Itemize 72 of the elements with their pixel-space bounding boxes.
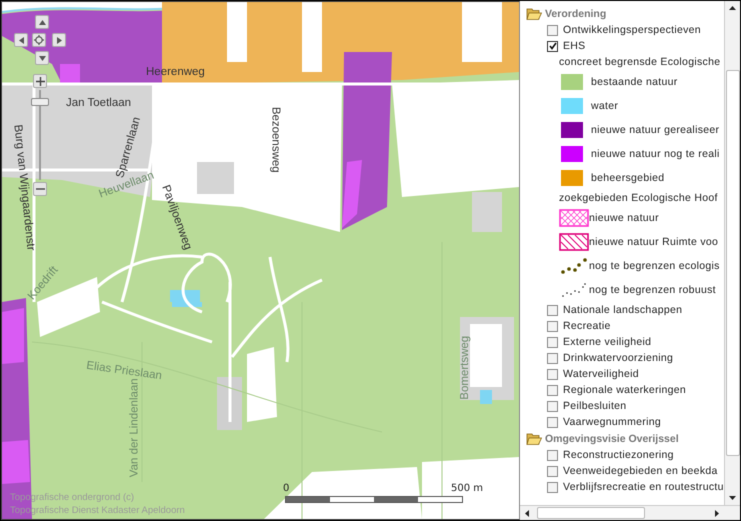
street-label: Burg van Wijngaardenstr [10, 124, 36, 252]
layer-checkbox[interactable] [547, 466, 558, 476]
scroll-right-icon[interactable] [715, 510, 719, 516]
layer-label: Regionale waterkeringen [563, 384, 686, 396]
section-title: Omgevingsvisie Overijssel [545, 432, 679, 444]
layer-label: Nationale landschappen [563, 304, 682, 316]
layer-label: Recreatie [563, 320, 611, 332]
layer-checkbox[interactable] [547, 384, 558, 396]
layer-checkbox[interactable] [547, 368, 558, 380]
layer-label: Waterveiligheid [563, 368, 639, 380]
triangle-down-icon [38, 56, 46, 60]
plus-icon [36, 76, 44, 86]
layer-checkbox[interactable] [547, 304, 558, 316]
zoom-out-button[interactable] [33, 182, 47, 196]
layer-checkbox[interactable] [547, 416, 558, 428]
layer-label: Veenweidegebieden en beekda [563, 465, 718, 477]
scroll-down-icon[interactable] [729, 496, 736, 500]
crosshair-icon [34, 35, 44, 45]
scale-label: 500 m [451, 483, 484, 494]
recenter-button[interactable] [32, 33, 46, 47]
legend-label: water [591, 100, 618, 112]
legend-heading: zoekgebieden Ecologische Hoof [559, 192, 718, 204]
layer-checkbox[interactable] [547, 450, 558, 460]
scrollbar-thumb[interactable] [537, 507, 645, 519]
legend-label: nog te begrenzen robuust [589, 284, 716, 296]
legend-label: nieuwe natuur Ruimte voo [589, 236, 718, 248]
legend-label: nieuwe natuur gerealiseer [591, 124, 720, 136]
legend-label: nog te begrenzen ecologis [589, 260, 720, 272]
pan-left-button[interactable] [14, 33, 28, 47]
scale-label: 0 [283, 483, 290, 494]
layer-label: EHS [563, 40, 586, 52]
triangle-up-icon [38, 20, 46, 24]
scroll-left-icon[interactable] [525, 510, 529, 516]
legend-label: nieuwe natuur nog te reali [591, 148, 720, 160]
checkmark-icon [548, 42, 556, 50]
layer-label: Ontwikkelingsperspectieven [563, 24, 701, 36]
scroll-up-icon[interactable] [729, 6, 736, 10]
layer-label: Drinkwatervoorziening [563, 352, 674, 364]
legend-label: nieuwe natuur [589, 212, 659, 224]
folder-icon [526, 432, 542, 446]
triangle-left-icon [18, 36, 24, 44]
layer-checkbox[interactable] [547, 24, 558, 36]
legend-heading: concreet begrensde Ecologische [559, 56, 720, 68]
legend-label: beheersgebied [591, 172, 664, 184]
layer-checkbox[interactable] [547, 400, 558, 412]
pan-right-button[interactable] [52, 33, 66, 47]
street-label: Jan Toetlaan [66, 98, 132, 110]
layer-label: Vaarwegnummering [563, 416, 661, 428]
street-label: Bezoensweg [269, 106, 281, 173]
layer-checkbox[interactable] [547, 336, 558, 348]
triangle-right-icon [56, 36, 62, 44]
zoom-in-button[interactable] [33, 74, 47, 88]
layer-checkbox[interactable] [547, 320, 558, 332]
street-label: Van der Lindenlaan [130, 378, 141, 478]
vertical-scrollbar[interactable] [724, 1, 740, 505]
zoom-slider-handle[interactable] [31, 98, 49, 106]
folder-icon [526, 6, 542, 20]
layer-label: Verblijfsrecreatie en routestructu [563, 481, 724, 493]
layer-label: Externe veiligheid [563, 336, 652, 348]
layer-checkbox[interactable] [547, 352, 558, 364]
layer-checkbox[interactable] [547, 482, 558, 492]
scrollbar-thumb[interactable] [726, 70, 740, 456]
horizontal-scrollbar[interactable] [520, 505, 740, 520]
street-label: Bomertsweg [460, 336, 472, 400]
layer-label: Reconstructiezonering [563, 449, 674, 461]
legend-label: bestaande natuur [591, 76, 678, 88]
section-title: Verordening [545, 8, 606, 20]
pan-down-button[interactable] [35, 51, 49, 65]
layer-label: Peilbesluiten [563, 400, 626, 412]
pan-up-button[interactable] [35, 15, 49, 29]
layer-checkbox[interactable] [547, 40, 558, 52]
minus-icon [36, 188, 44, 190]
